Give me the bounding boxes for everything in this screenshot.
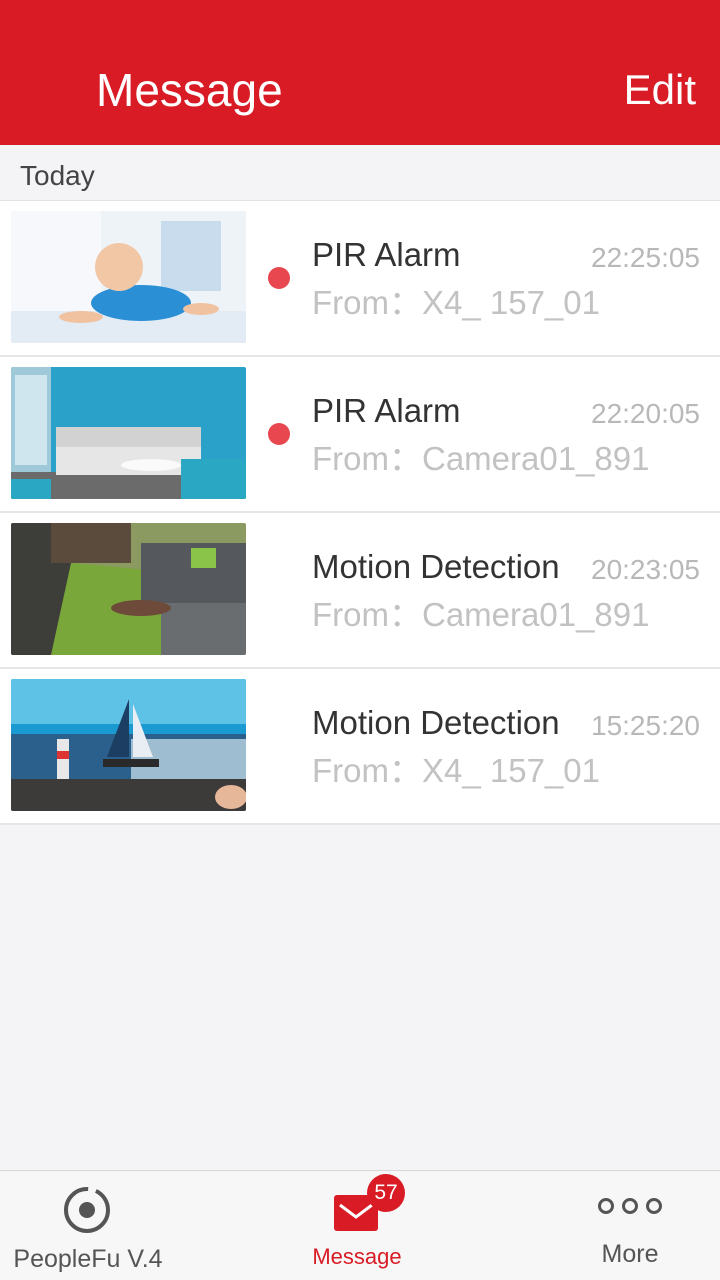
message-list: PIR Alarm 22:25:05 From：X4_ 157_01 PIR A… [0,201,720,825]
message-thumbnail [11,211,246,343]
message-time: 22:20:05 [591,398,700,429]
message-thumbnail [11,523,246,655]
message-title: PIR Alarm [312,236,461,273]
message-source: From：X4_ 157_01 [312,284,600,321]
tab-peoplefu[interactable]: PeopleFu V.4 [0,1171,176,1280]
edit-button[interactable]: Edit [624,64,696,116]
more-dots-icon [598,1198,662,1214]
message-title: Motion Detection [312,548,560,585]
message-title: PIR Alarm [312,392,461,429]
section-label: Today [20,160,95,191]
message-source: From：Camera01_891 [312,440,650,477]
section-header: Today [0,145,720,201]
message-time: 20:23:05 [591,554,700,585]
tab-bar: PeopleFu V.4 Message More [0,1170,720,1280]
unread-dot [268,423,290,445]
tab-label: More [601,1240,659,1268]
tab-label: Message [312,1244,402,1269]
message-source: From：Camera01_891 [312,596,650,633]
message-source: From：X4_ 157_01 [312,752,600,789]
message-time: 22:25:05 [591,242,700,273]
message-time: 15:25:20 [591,710,700,741]
tab-label: PeopleFu V.4 [13,1245,163,1273]
message-row[interactable]: Motion Detection 15:25:20 From：X4_ 157_0… [0,669,720,825]
camera-lens-icon [64,1187,110,1233]
unread-count-badge: 57 [367,1174,405,1212]
tab-more[interactable]: More [570,1171,690,1280]
message-thumbnail [11,679,246,811]
message-row[interactable]: PIR Alarm 22:25:05 From：X4_ 157_01 [0,201,720,357]
message-title: Motion Detection [312,704,560,741]
message-thumbnail [11,367,246,499]
message-row[interactable]: Motion Detection 20:23:05 From：Camera01_… [0,513,720,669]
message-row[interactable]: PIR Alarm 22:20:05 From：Camera01_891 [0,357,720,513]
unread-dot [268,267,290,289]
page-title: Message [96,64,283,116]
app-header: Message Edit [0,0,720,145]
